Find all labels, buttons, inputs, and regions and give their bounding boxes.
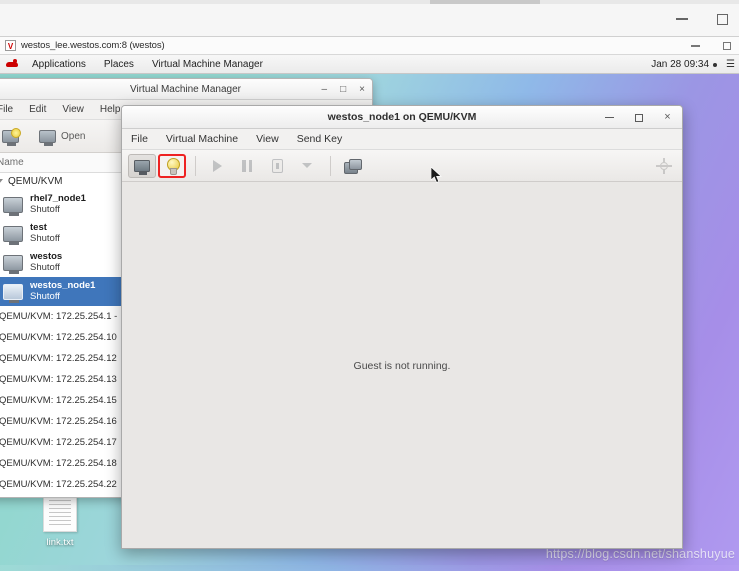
vmm-column-header-label: Name bbox=[0, 157, 24, 168]
lightbulb-icon bbox=[166, 157, 180, 175]
vmm-minimize-button[interactable]: – bbox=[322, 84, 328, 95]
vnc-maximize-button[interactable] bbox=[719, 39, 735, 53]
redhat-logo-icon[interactable] bbox=[6, 59, 18, 70]
vnc-session-title: westos_lee.westos.com:8 (westos) bbox=[21, 40, 165, 51]
vmm-maximize-button[interactable]: □ bbox=[340, 84, 346, 95]
vnc-icon: V bbox=[5, 40, 16, 51]
vm-monitor-icon bbox=[3, 225, 23, 245]
vmm-open-label: Open bbox=[61, 130, 86, 142]
resize-icon bbox=[660, 162, 668, 170]
desktop-file-link-txt[interactable]: link.txt bbox=[25, 490, 95, 548]
desktop-bottom-edge bbox=[0, 565, 739, 571]
vm-maximize-button[interactable] bbox=[632, 111, 645, 124]
vm-name: westos_node1 bbox=[30, 279, 96, 291]
vm-window-menubar: File Virtual Machine View Send Key bbox=[122, 129, 682, 150]
vm-window-toolbar bbox=[122, 150, 682, 182]
vm-console-viewport[interactable]: Guest is not running. bbox=[122, 182, 682, 548]
panel-status-area: Jan 28 09:34 ☰ bbox=[651, 55, 735, 74]
fullscreen-button[interactable] bbox=[656, 158, 672, 174]
vm-window-titlebar[interactable]: westos_node1 on QEMU/KVM × bbox=[122, 106, 682, 129]
vm-monitor-icon bbox=[3, 254, 23, 274]
snapshots-button[interactable] bbox=[338, 154, 366, 178]
vm-name: test bbox=[30, 221, 47, 233]
gnome-top-panel: Applications Places Virtual Machine Mana… bbox=[0, 55, 739, 74]
shutdown-button[interactable] bbox=[263, 154, 291, 178]
panel-item-applications[interactable]: Applications bbox=[23, 59, 95, 70]
run-button[interactable] bbox=[203, 154, 231, 178]
new-vm-icon bbox=[2, 127, 21, 146]
watermark: https://blog.csdn.net/shanshuyue bbox=[545, 547, 735, 561]
vm-menu-file[interactable]: File bbox=[122, 133, 157, 145]
vm-close-button[interactable]: × bbox=[661, 111, 674, 124]
vm-state: Shutoff bbox=[30, 261, 60, 273]
shutdown-menu-button[interactable] bbox=[293, 154, 321, 178]
pause-button[interactable] bbox=[233, 154, 261, 178]
outer-chrome-tab-stub[interactable] bbox=[430, 0, 540, 4]
desktop-file-label: link.txt bbox=[46, 537, 74, 548]
vmm-new-vm-button[interactable] bbox=[0, 127, 24, 146]
vmm-window-controls: – □ × bbox=[322, 79, 365, 100]
outer-maximize-button[interactable] bbox=[711, 8, 733, 30]
vmm-close-button[interactable]: × bbox=[359, 84, 365, 95]
open-vm-icon bbox=[39, 129, 56, 146]
vm-menu-view[interactable]: View bbox=[247, 133, 288, 145]
vm-state: Shutoff bbox=[30, 203, 60, 215]
vm-menu-send-key[interactable]: Send Key bbox=[288, 133, 352, 145]
outer-window-controls bbox=[671, 8, 733, 30]
panel-item-virtual-machine-manager[interactable]: Virtual Machine Manager bbox=[143, 59, 272, 70]
vmm-open-button[interactable]: Open bbox=[34, 128, 90, 146]
vmm-menu-edit[interactable]: Edit bbox=[21, 104, 54, 115]
vm-state: Shutoff bbox=[30, 290, 60, 302]
play-icon bbox=[212, 159, 222, 172]
vm-window-title: westos_node1 on QEMU/KVM bbox=[327, 111, 477, 123]
vmm-menu-view[interactable]: View bbox=[54, 104, 92, 115]
show-details-button[interactable] bbox=[158, 153, 186, 178]
vmm-menu-file[interactable]: File bbox=[0, 104, 21, 115]
wifi-icon[interactable]: ☰ bbox=[726, 59, 735, 70]
vmm-window-title: Virtual Machine Manager bbox=[130, 83, 241, 95]
toolbar-separator bbox=[330, 155, 331, 176]
vm-minimize-button[interactable] bbox=[603, 111, 616, 124]
snapshot-icon bbox=[343, 158, 362, 174]
vm-monitor-icon bbox=[3, 283, 23, 303]
vm-state: Shutoff bbox=[30, 232, 60, 244]
vmm-titlebar[interactable]: Virtual Machine Manager – □ × bbox=[0, 79, 372, 100]
vm-monitor-icon bbox=[3, 196, 23, 216]
outer-window-chrome bbox=[0, 0, 739, 37]
vm-menu-virtual-machine[interactable]: Virtual Machine bbox=[157, 133, 247, 145]
panel-clock[interactable]: Jan 28 09:34 bbox=[651, 59, 718, 70]
outer-minimize-button[interactable] bbox=[671, 8, 693, 30]
notification-dot-icon bbox=[713, 62, 718, 67]
toolbar-separator bbox=[195, 155, 196, 176]
vm-name: westos bbox=[30, 250, 63, 262]
outer-chrome-strip bbox=[0, 0, 739, 4]
pause-icon bbox=[242, 159, 252, 172]
vnc-window-controls bbox=[687, 39, 735, 53]
vnc-minimize-button[interactable] bbox=[687, 39, 703, 53]
guest-status-message: Guest is not running. bbox=[353, 359, 451, 372]
show-console-button[interactable] bbox=[128, 153, 156, 178]
vm-name: rhel7_node1 bbox=[30, 192, 86, 204]
screenshot-root: link.txt https://blog.csdn.net/shanshuyu… bbox=[0, 0, 739, 571]
chevron-down-icon bbox=[0, 179, 3, 184]
panel-item-places[interactable]: Places bbox=[95, 59, 143, 70]
monitor-icon bbox=[134, 159, 150, 175]
vm-window-controls: × bbox=[603, 106, 674, 129]
vnc-session-titlebar[interactable]: V westos_lee.westos.com:8 (westos) bbox=[0, 37, 739, 55]
panel-clock-label: Jan 28 09:34 bbox=[651, 59, 710, 70]
vm-console-window[interactable]: westos_node1 on QEMU/KVM × File Virtual … bbox=[121, 105, 683, 549]
power-icon bbox=[271, 158, 283, 173]
chevron-down-icon bbox=[302, 163, 312, 168]
vmm-connection-group-label: QEMU/KVM bbox=[8, 176, 63, 187]
